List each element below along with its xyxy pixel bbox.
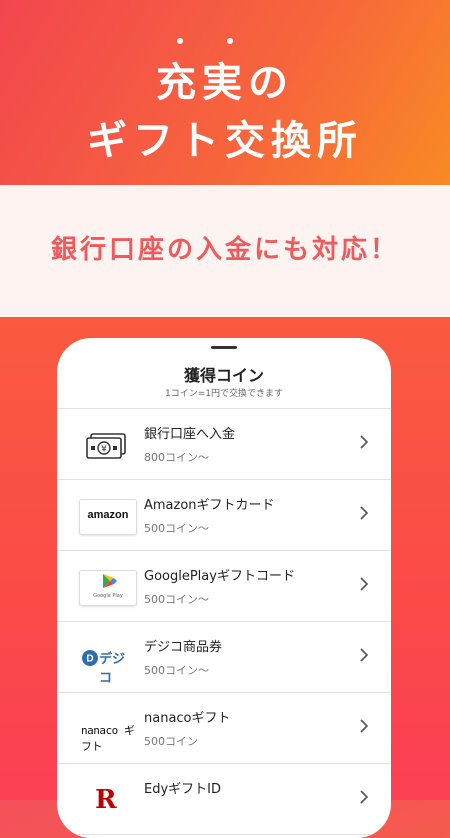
banner-text: 銀行口座の入金にも対応！: [50, 235, 399, 265]
nanaco-logo-text: nanaco ギフト: [81, 724, 135, 753]
dejiko-logo-text: デジコ: [99, 652, 126, 686]
hero-section: 充実の ギフト交換所: [0, 0, 450, 185]
hero-title-line1: 充実の: [156, 60, 294, 106]
item-name: nanacoギフト: [144, 711, 231, 726]
list-item-dejiko[interactable]: D デジコ デジコ商品券 500コイン〜: [57, 621, 391, 693]
list-item-googleplay[interactable]: Google Play GooglePlayギフトコード 500コイン〜: [57, 550, 391, 622]
nanaco-logo: nanaco ギフト: [79, 712, 135, 753]
list-item-bank[interactable]: ¥ 銀行口座へ入金 800コイン〜: [57, 408, 391, 480]
item-coins: 500コイン〜: [144, 664, 209, 677]
chevron-right-icon: [359, 714, 369, 738]
rakuten-logo-text: R: [95, 785, 117, 815]
amazon-logo-text: amazon: [87, 509, 129, 521]
chevron-right-icon: [359, 785, 369, 809]
bank-transfer-icon: ¥: [79, 428, 135, 462]
item-coins: 800コイン〜: [144, 451, 209, 464]
item-coins: 500コイン〜: [144, 522, 209, 535]
title-dot: [177, 38, 183, 44]
svg-text:D: D: [86, 654, 93, 665]
item-name: EdyギフトID: [144, 782, 222, 797]
list-item-nanaco[interactable]: nanaco ギフト nanacoギフト 500コイン: [57, 692, 391, 764]
amazon-logo: amazon: [79, 499, 137, 535]
item-name: デジコ商品券: [144, 640, 223, 655]
chevron-right-icon: [359, 430, 369, 454]
banner: 銀行口座の入金にも対応！: [0, 185, 450, 317]
panel-header: 獲得コイン 1コイン=1円で交換できます: [57, 338, 391, 409]
chevron-right-icon: [359, 501, 369, 525]
item-coins: 500コイン〜: [144, 593, 209, 606]
phone-mockup: 獲得コイン 1コイン=1円で交換できます ¥ 銀行口座へ入金 800コイン〜 a…: [57, 338, 391, 838]
chevron-right-icon: [359, 643, 369, 667]
item-coins: 500コイン: [144, 735, 198, 748]
panel-subtitle: 1コイン=1円で交換できます: [165, 389, 283, 399]
list-item-amazon[interactable]: amazon Amazonギフトカード 500コイン〜: [57, 479, 391, 551]
list-item-edy[interactable]: R EdyギフトID: [57, 763, 391, 835]
dejiko-logo: D デジコ: [79, 641, 135, 686]
panel-title: 獲得コイン: [183, 366, 264, 385]
item-name: GooglePlayギフトコード: [144, 569, 295, 584]
google-play-logo-text: Google Play: [93, 593, 123, 599]
hero-title-line2: ギフト交換所: [87, 118, 363, 164]
item-name: 銀行口座へ入金: [144, 427, 236, 442]
chevron-right-icon: [359, 572, 369, 596]
title-dot: [227, 38, 233, 44]
item-name: Amazonギフトカード: [144, 498, 275, 513]
svg-text:¥: ¥: [101, 445, 107, 455]
rakuten-edy-logo: R: [79, 783, 135, 817]
google-play-logo: Google Play: [79, 570, 137, 606]
